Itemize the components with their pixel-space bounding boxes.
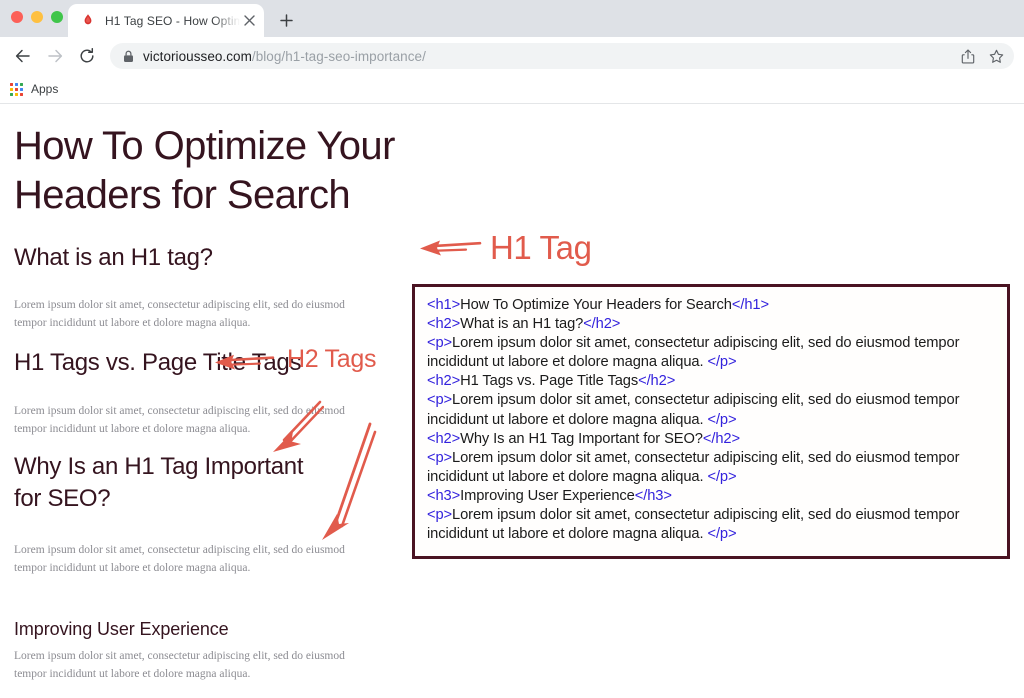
browser-toolbar: victoriousseo.com/blog/h1-tag-seo-import… — [0, 37, 1024, 75]
code-line-3: <p>Lorem ipsum dolor sit amet, consectet… — [427, 334, 995, 372]
apps-grid-icon[interactable] — [10, 82, 23, 96]
code-close-tag: </h2> — [583, 316, 621, 333]
minimize-window-button[interactable] — [31, 11, 43, 23]
page-content: How To Optimize Your Headers for Search … — [0, 104, 1024, 697]
html-code-block: <h1>How To Optimize Your Headers for Sea… — [412, 284, 1010, 559]
code-close-tag: </p> — [707, 354, 737, 371]
code-open-tag: <h3> — [427, 487, 461, 504]
url-text: victoriousseo.com/blog/h1-tag-seo-import… — [143, 49, 426, 64]
back-button[interactable] — [8, 41, 38, 71]
code-text: Why Is an H1 Tag Important for SEO? — [460, 430, 703, 447]
code-open-tag: <p> — [427, 507, 453, 524]
section-heading-what-is-an-h1-tag: What is an H1 tag? — [14, 244, 213, 271]
section-heading-h1-tags-vs-page-title-tags: H1 Tags vs. Page Title Tags — [14, 349, 302, 376]
code-open-tag: <h2> — [427, 316, 461, 333]
code-close-tag: </h3> — [634, 487, 672, 504]
url-host: victoriousseo.com — [143, 48, 252, 64]
share-icon[interactable] — [961, 48, 975, 64]
code-line-6: <h2>Why Is an H1 Tag Important for SEO?<… — [427, 430, 995, 449]
window-traffic-lights — [11, 11, 63, 23]
code-open-tag: <p> — [427, 449, 453, 466]
forward-button[interactable] — [40, 41, 70, 71]
code-close-tag: </h1> — [731, 297, 769, 313]
code-line-4: <h2>H1 Tags vs. Page Title Tags</h2> — [427, 372, 995, 391]
annotation-label-h1: H1 Tag — [490, 229, 592, 266]
maximize-window-button[interactable] — [51, 11, 63, 23]
code-open-tag: <h2> — [427, 430, 461, 447]
section-body-2: Lorem ipsum dolor sit amet, consectetur … — [14, 405, 345, 435]
code-open-tag: <p> — [427, 392, 453, 409]
browser-window: H1 Tag SEO - How Optimize Yo — [0, 0, 1024, 698]
section-body-4: Lorem ipsum dolor sit amet, consectetur … — [14, 650, 345, 680]
section-heading-why-is-an-h1-tag-important-for-seo: Why Is an H1 Tag Important for SEO? — [14, 453, 304, 512]
arrow-to-h1-icon — [418, 234, 482, 269]
code-text: Lorem ipsum dolor sit amet, consectetur … — [427, 335, 960, 371]
new-tab-button[interactable] — [272, 6, 300, 34]
code-line-1: <h1>How To Optimize Your Headers for Sea… — [427, 296, 995, 315]
address-bar[interactable]: victoriousseo.com/blog/h1-tag-seo-import… — [110, 43, 1014, 69]
code-line-5: <p>Lorem ipsum dolor sit amet, consectet… — [427, 391, 995, 429]
code-text: Lorem ipsum dolor sit amet, consectetur … — [427, 449, 960, 485]
code-close-tag: </h2> — [638, 373, 676, 390]
code-close-tag: </h2> — [702, 430, 740, 447]
close-window-button[interactable] — [11, 11, 23, 23]
code-text: Lorem ipsum dolor sit amet, consectetur … — [427, 507, 960, 543]
code-close-tag: </p> — [707, 411, 737, 428]
code-line-8: <h3>Improving User Experience</h3> — [427, 487, 995, 506]
omnibox-actions — [947, 48, 1004, 64]
tab-title: H1 Tag SEO - How Optimize Yo — [105, 13, 240, 28]
code-line-2: <h2>What is an H1 tag?</h2> — [427, 315, 995, 334]
code-open-tag: <h2> — [427, 373, 461, 390]
code-text: How To Optimize Your Headers for Search — [460, 297, 732, 313]
close-icon[interactable] — [240, 12, 258, 30]
code-text: What is an H1 tag? — [460, 316, 584, 333]
reload-button[interactable] — [72, 41, 102, 71]
code-text: Improving User Experience — [460, 487, 635, 504]
annotation-label-h2: H2 Tags — [287, 345, 377, 373]
code-open-tag: <h1> — [427, 297, 461, 313]
url-path: /blog/h1-tag-seo-importance/ — [251, 48, 426, 64]
code-line-9: <p>Lorem ipsum dolor sit amet, consectet… — [427, 506, 995, 544]
code-text: H1 Tags vs. Page Title Tags — [460, 373, 639, 390]
article: How To Optimize Your Headers for Search … — [14, 122, 414, 680]
star-icon[interactable] — [989, 49, 1004, 64]
section-body-3: Lorem ipsum dolor sit amet, consectetur … — [14, 544, 345, 574]
section-body-1: Lorem ipsum dolor sit amet, consectetur … — [14, 299, 345, 329]
flame-favicon — [80, 13, 96, 29]
bookmark-apps-label[interactable]: Apps — [31, 82, 58, 96]
bookmarks-bar: Apps — [0, 75, 1024, 104]
code-text: Lorem ipsum dolor sit amet, consectetur … — [427, 392, 960, 428]
code-line-7: <p>Lorem ipsum dolor sit amet, consectet… — [427, 449, 995, 487]
lock-icon — [123, 50, 134, 63]
section-heading-improving-user-experience: Improving User Experience — [14, 619, 229, 639]
page-title: How To Optimize Your Headers for Search — [14, 124, 395, 217]
code-close-tag: </p> — [707, 468, 737, 485]
browser-tab[interactable]: H1 Tag SEO - How Optimize Yo — [68, 4, 264, 37]
code-open-tag: <p> — [427, 335, 453, 352]
code-close-tag: </p> — [707, 526, 737, 543]
tab-strip: H1 Tag SEO - How Optimize Yo — [0, 0, 1024, 37]
